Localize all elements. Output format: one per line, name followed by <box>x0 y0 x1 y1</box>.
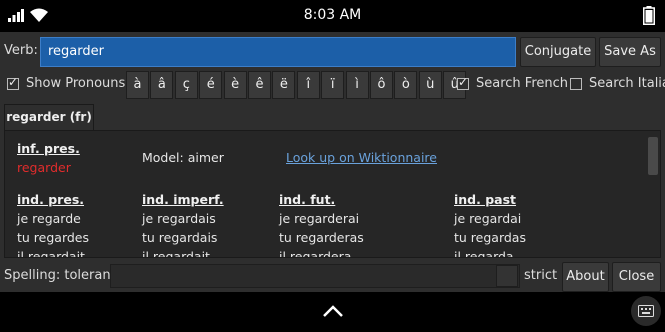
accent-button[interactable]: ò <box>394 71 418 99</box>
verb-label: Verb: <box>4 43 38 58</box>
scrollbar-thumb[interactable] <box>648 137 658 175</box>
ind-past-form: il regarda <box>454 249 514 258</box>
about-button[interactable]: About <box>562 262 609 292</box>
search-french-label: Search French <box>476 76 569 91</box>
battery-icon <box>643 6 655 25</box>
accent-button[interactable]: â <box>150 71 174 99</box>
ind-imperf-form: tu regardais <box>142 230 218 245</box>
tab-regarder[interactable]: regarder (fr) <box>4 104 94 131</box>
ind-fut-form: il regardera <box>279 249 352 258</box>
ind-pres-header: ind. pres. <box>17 192 85 207</box>
search-italian-label: Search Italia <box>589 76 665 91</box>
strict-label: strict <box>524 268 558 283</box>
search-italian-checkbox[interactable] <box>570 78 582 90</box>
ind-past-header: ind. past <box>454 192 517 207</box>
chevron-up-icon[interactable] <box>322 304 344 318</box>
spelling-slider-handle[interactable] <box>496 265 518 287</box>
infinitive-section: inf. pres. regarder <box>17 139 80 177</box>
show-pronouns-checkbox[interactable]: ✓ <box>7 75 19 90</box>
ind-imperf-header: ind. imperf. <box>142 192 224 207</box>
accent-button[interactable]: ï <box>321 71 345 99</box>
ind-imperf-section: ind. imperf. je regardais tu regardais i… <box>142 190 224 258</box>
accent-button[interactable]: è <box>223 71 247 99</box>
ind-past-form: tu regardas <box>454 230 526 245</box>
check-icon: ✓ <box>458 75 469 89</box>
status-clock: 8:03 AM <box>303 7 362 23</box>
conjugation-panel: inf. pres. regarder Model: aimer Look up… <box>4 130 661 258</box>
tab-bar: regarder (fr) <box>0 102 665 131</box>
save-as-button[interactable]: Save As <box>599 37 661 67</box>
search-french-checkbox[interactable]: ✓ <box>457 75 469 90</box>
ind-imperf-form: il regardait <box>142 249 210 258</box>
ind-fut-form: je regarderai <box>279 211 360 226</box>
ind-past-form: je regardai <box>454 211 522 226</box>
accent-button[interactable]: ë <box>272 71 296 99</box>
accent-button[interactable]: à <box>126 71 149 99</box>
verb-input[interactable]: regarder <box>40 37 516 67</box>
show-pronouns-label: Show Pronouns <box>26 76 126 91</box>
ind-fut-form: tu regarderas <box>279 230 364 245</box>
model-label: Model: aimer <box>142 150 224 165</box>
verbiste-window: Verb: regarder Conjugate Save As ✓ Show … <box>0 32 665 292</box>
inf-pres-header: inf. pres. <box>17 141 80 156</box>
spelling-slider[interactable] <box>110 264 520 288</box>
bottom-bar: Spelling: tolerant strict About Close <box>0 260 665 292</box>
ind-past-section: ind. past je regardai tu regardas il reg… <box>454 190 526 258</box>
ind-pres-section: ind. pres. je regarde tu regardes il reg… <box>17 190 90 258</box>
accent-button[interactable]: ì <box>345 71 369 99</box>
navigation-bar <box>0 292 665 332</box>
keyboard-button[interactable] <box>631 296 661 326</box>
ind-pres-form: tu regardes <box>17 230 90 245</box>
accent-button[interactable]: î <box>296 71 320 99</box>
accent-button[interactable]: ê <box>248 71 271 99</box>
verb-toolbar: Verb: regarder Conjugate Save As <box>0 34 665 68</box>
ind-fut-header: ind. fut. <box>279 192 336 207</box>
keyboard-icon <box>638 305 654 317</box>
accent-button[interactable]: ù <box>418 71 442 99</box>
ind-pres-form: je regarde <box>17 211 81 226</box>
wiktionary-link[interactable]: Look up on Wiktionnaire <box>286 148 437 167</box>
status-bar: 8:03 AM <box>0 0 665 32</box>
accent-button[interactable]: ô <box>370 71 393 99</box>
ind-imperf-form: je regardais <box>142 211 216 226</box>
accent-button[interactable]: ç <box>174 71 198 99</box>
check-icon: ✓ <box>8 75 19 89</box>
ind-pres-form: il regardait <box>17 249 85 258</box>
conjugate-button[interactable]: Conjugate <box>520 37 596 67</box>
options-row: ✓ Show Pronouns àâçéèêëîïìôòùû ✓ Search … <box>0 70 665 100</box>
spelling-label: Spelling: tolerant <box>4 268 116 283</box>
close-button[interactable]: Close <box>612 262 661 292</box>
accent-button[interactable]: é <box>199 71 223 99</box>
infinitive-value: regarder <box>17 160 71 175</box>
ind-fut-section: ind. fut. je regarderai tu regarderas il… <box>279 190 364 258</box>
